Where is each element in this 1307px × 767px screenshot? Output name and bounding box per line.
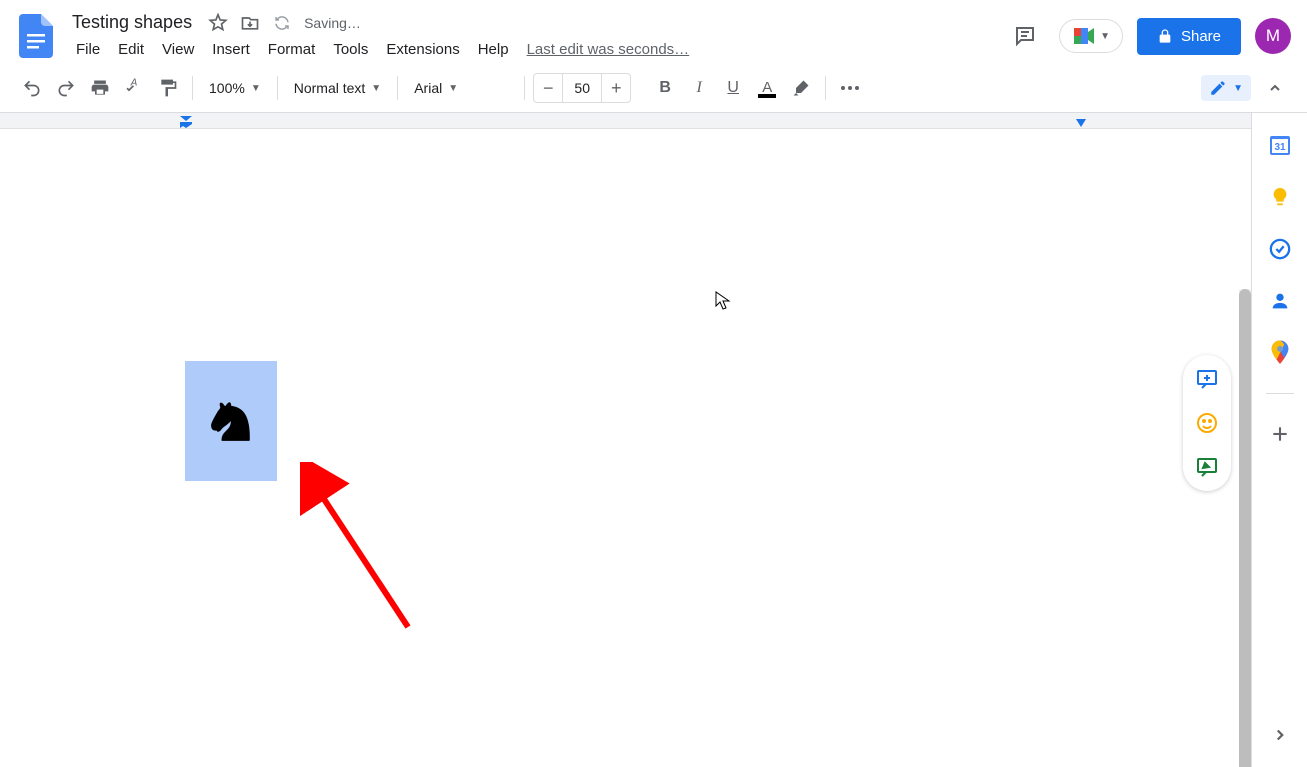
move-icon[interactable] (240, 13, 260, 33)
menubar: File Edit View Insert Format Tools Exten… (68, 37, 1005, 62)
keep-app-icon[interactable] (1268, 185, 1292, 209)
tasks-app-icon[interactable] (1268, 237, 1292, 261)
svg-text:31: 31 (1274, 142, 1286, 153)
chevron-down-icon: ▼ (448, 83, 458, 94)
comments-history-icon[interactable] (1005, 16, 1045, 56)
document-page[interactable] (0, 129, 1251, 767)
document-title[interactable]: Testing shapes (68, 10, 196, 35)
share-button[interactable]: Share (1137, 18, 1241, 55)
menu-help[interactable]: Help (470, 37, 517, 62)
menu-extensions[interactable]: Extensions (378, 37, 467, 62)
annotation-arrow (300, 462, 420, 632)
menu-format[interactable]: Format (260, 37, 324, 62)
paint-format-button[interactable] (152, 72, 184, 104)
toolbar: A 100% ▼ Normal text ▼ Arial ▼ − + B I U A (0, 64, 1307, 112)
menu-view[interactable]: View (154, 37, 202, 62)
text-color-button[interactable]: A (751, 72, 783, 104)
scrollbar-thumb[interactable] (1239, 289, 1251, 767)
collapse-toolbar-button[interactable] (1259, 72, 1291, 104)
decrease-font-button[interactable]: − (534, 74, 562, 102)
highlight-button[interactable] (785, 72, 817, 104)
meet-icon (1072, 26, 1096, 46)
docs-logo[interactable] (16, 16, 56, 56)
saving-status: Saving… (304, 15, 361, 31)
lock-icon (1157, 28, 1173, 44)
separator (277, 76, 278, 100)
zoom-dropdown[interactable]: 100% ▼ (201, 76, 269, 100)
avatar-initial: M (1266, 26, 1280, 46)
bold-button[interactable]: B (649, 72, 681, 104)
print-button[interactable] (84, 72, 116, 104)
font-dropdown[interactable]: Arial ▼ (406, 76, 516, 100)
side-panel: 31 (1251, 113, 1307, 767)
horizontal-ruler[interactable] (0, 113, 1251, 129)
font-value: Arial (414, 80, 442, 96)
separator (397, 76, 398, 100)
separator (825, 76, 826, 100)
spellcheck-button[interactable]: A (118, 72, 150, 104)
menu-insert[interactable]: Insert (204, 37, 258, 62)
chevron-down-icon: ▼ (1100, 31, 1110, 42)
chevron-down-icon: ▼ (251, 83, 261, 94)
menu-edit[interactable]: Edit (110, 37, 152, 62)
suggest-edit-button[interactable] (1195, 455, 1219, 479)
italic-button[interactable]: I (683, 72, 715, 104)
separator (192, 76, 193, 100)
separator (524, 76, 525, 100)
maps-app-icon[interactable] (1268, 341, 1292, 365)
indent-marker-left[interactable] (180, 115, 192, 125)
hide-side-panel-button[interactable] (1268, 723, 1292, 747)
chevron-down-icon: ▼ (1233, 83, 1243, 94)
style-value: Normal text (294, 80, 366, 96)
style-dropdown[interactable]: Normal text ▼ (286, 76, 389, 100)
share-label: Share (1181, 28, 1221, 45)
indent-marker-right[interactable] (1076, 119, 1086, 127)
separator (1266, 393, 1294, 394)
redo-button[interactable] (50, 72, 82, 104)
last-edit-link[interactable]: Last edit was seconds… (519, 37, 698, 62)
contacts-app-icon[interactable] (1268, 289, 1292, 313)
increase-font-button[interactable]: + (602, 74, 630, 102)
chevron-down-icon: ▼ (371, 83, 381, 94)
more-tools-button[interactable] (834, 72, 866, 104)
font-size-control: − + (533, 73, 631, 103)
undo-button[interactable] (16, 72, 48, 104)
menu-tools[interactable]: Tools (325, 37, 376, 62)
sync-icon (272, 13, 292, 33)
meet-button[interactable]: ▼ (1059, 19, 1123, 53)
get-addons-button[interactable] (1268, 422, 1292, 446)
emoji-reaction-button[interactable] (1195, 411, 1219, 435)
editing-mode-dropdown[interactable]: ▼ (1201, 75, 1251, 101)
svg-text:A: A (130, 78, 138, 89)
menu-file[interactable]: File (68, 37, 108, 62)
zoom-value: 100% (209, 80, 245, 96)
underline-button[interactable]: U (717, 72, 749, 104)
avatar[interactable]: M (1255, 18, 1291, 54)
chess-knight-icon (205, 390, 257, 452)
selected-image-chess-knight[interactable] (185, 361, 277, 481)
star-icon[interactable] (208, 13, 228, 33)
vertical-scrollbar[interactable] (1239, 289, 1251, 767)
comment-tools-floating (1183, 355, 1231, 491)
pencil-icon (1209, 79, 1227, 97)
font-size-input[interactable] (562, 74, 602, 102)
add-comment-button[interactable] (1195, 367, 1219, 391)
calendar-app-icon[interactable]: 31 (1268, 133, 1292, 157)
